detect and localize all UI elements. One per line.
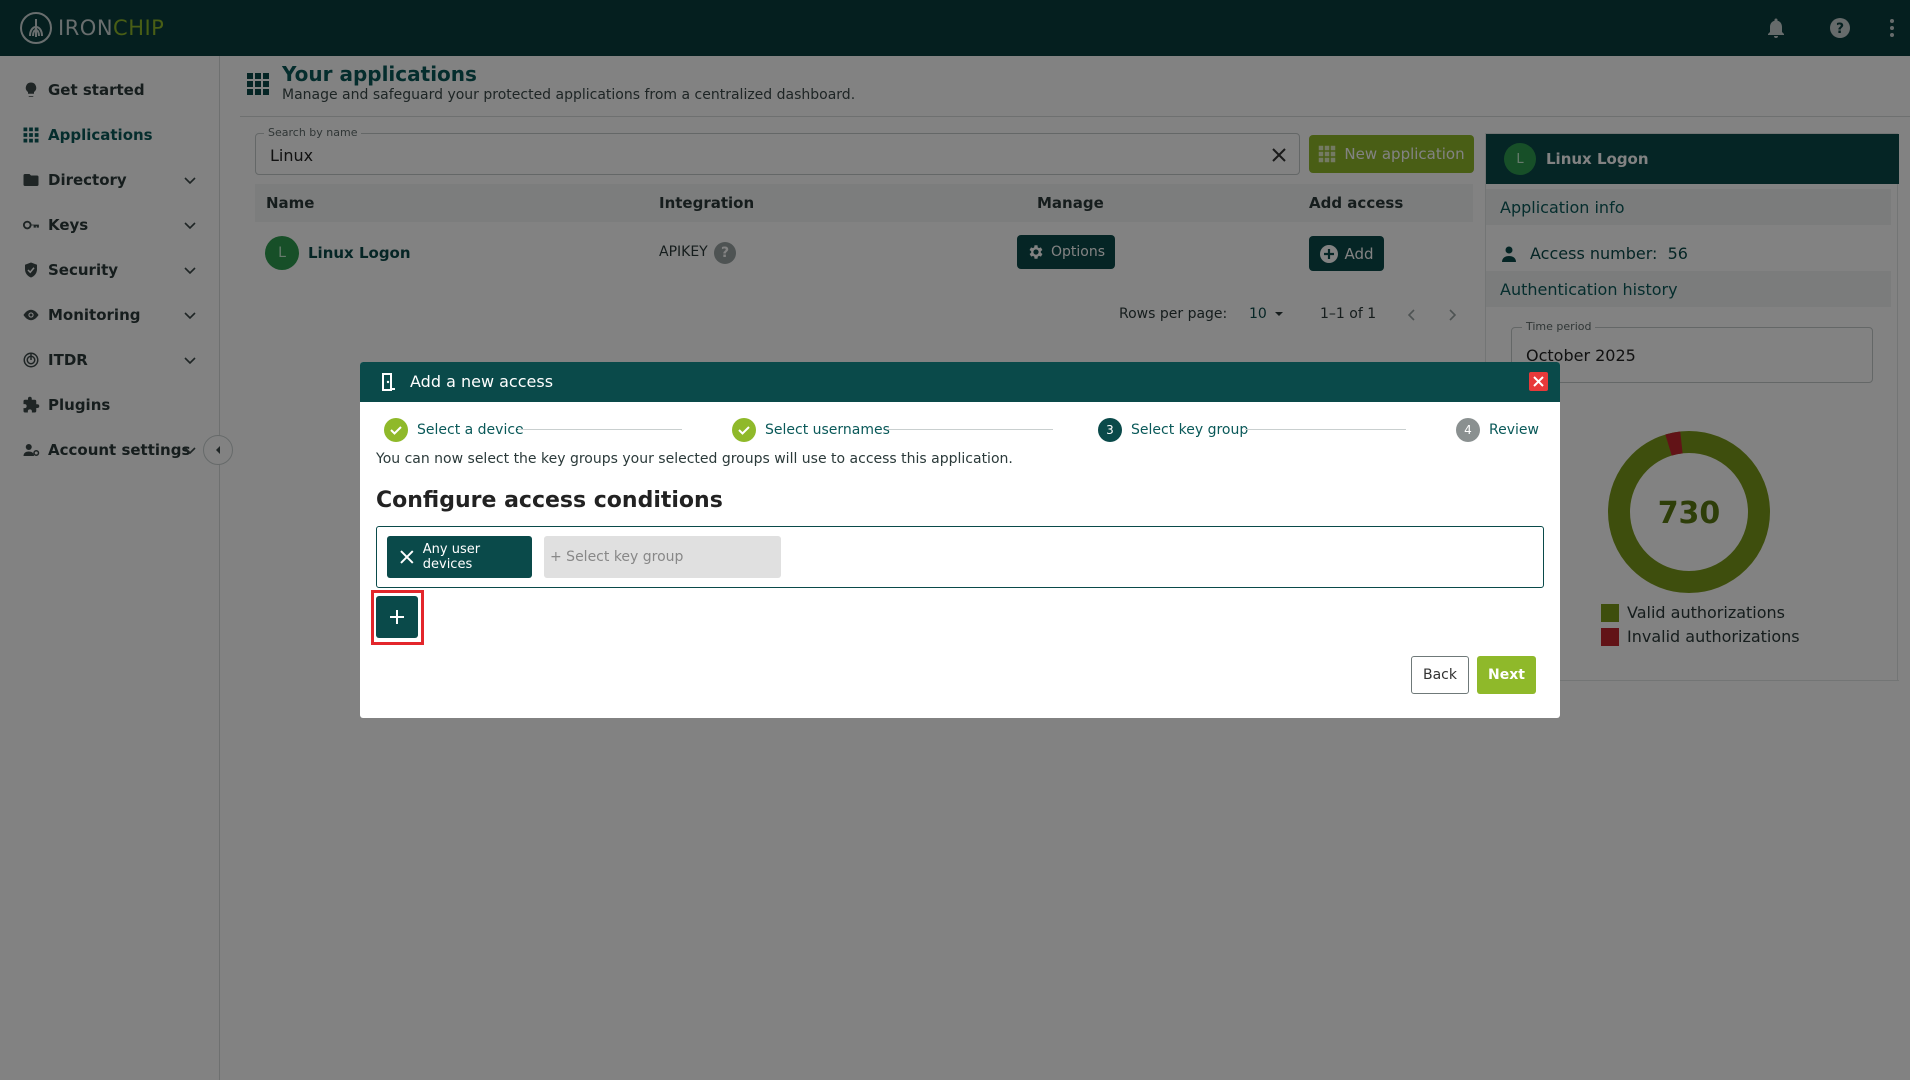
step-select-key-group: 3 Select key group <box>1098 418 1248 442</box>
dialog-header: Add a new access <box>360 362 1560 402</box>
step-connector <box>887 429 1053 430</box>
next-button[interactable]: Next <box>1477 656 1536 694</box>
back-button[interactable]: Back <box>1411 656 1469 694</box>
add-access-dialog: Add a new access Select a device Select … <box>360 362 1560 718</box>
step-review: 4 Review <box>1456 418 1539 442</box>
step-label: Select key group <box>1131 422 1249 438</box>
step-number: 3 <box>1098 418 1122 442</box>
any-user-devices-chip[interactable]: Any user devices <box>387 536 532 578</box>
chip-label: Any user devices <box>422 542 481 572</box>
dialog-title: Add a new access <box>410 372 554 391</box>
dialog-heading: Configure access conditions <box>376 488 723 513</box>
step-label: Select a device <box>417 422 524 438</box>
step-select-usernames: Select usernames <box>732 418 890 442</box>
step-label: Select usernames <box>765 422 890 438</box>
select-key-group-input[interactable]: + Select key group <box>544 536 781 578</box>
highlight-box <box>371 590 424 645</box>
check-icon <box>732 418 756 442</box>
step-select-device: Select a device <box>384 418 524 442</box>
step-label: Review <box>1489 422 1539 438</box>
step-number: 4 <box>1456 418 1480 442</box>
step-connector <box>518 429 682 430</box>
step-connector <box>1245 429 1406 430</box>
dialog-description: You can now select the key groups your s… <box>376 451 1013 467</box>
close-button[interactable] <box>1529 372 1548 391</box>
door-icon <box>382 373 395 391</box>
close-icon[interactable] <box>399 549 415 565</box>
check-icon <box>384 418 408 442</box>
access-condition-row: Any user devices + Select key group <box>376 526 1544 588</box>
close-icon <box>1533 376 1544 387</box>
